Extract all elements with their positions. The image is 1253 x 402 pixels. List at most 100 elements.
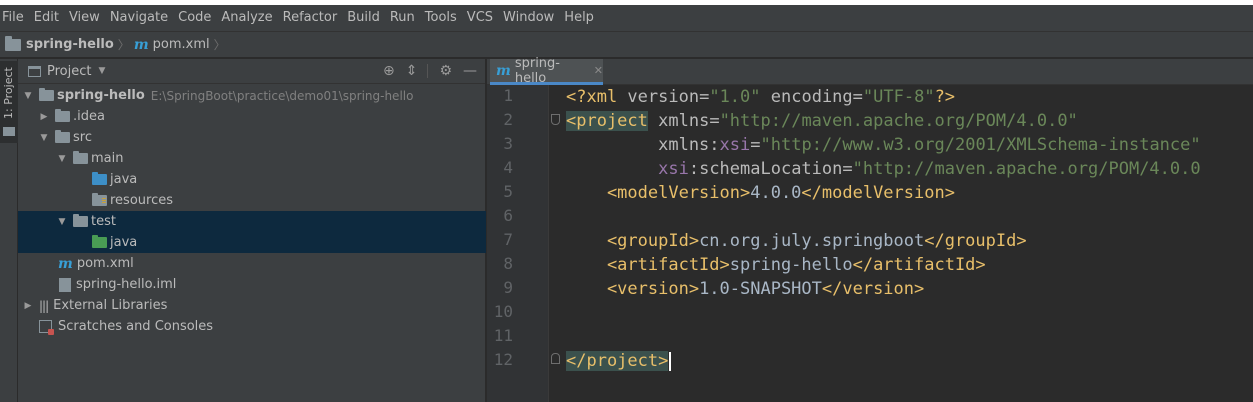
expand-arrow-icon[interactable]: ▼ — [56, 217, 68, 227]
code-line-12: </project> — [566, 349, 672, 373]
fold-marker-icon[interactable] — [551, 114, 560, 125]
menu-code[interactable]: Code — [173, 5, 216, 31]
line-number: 8 — [503, 254, 513, 273]
menu-analyze[interactable]: Analyze — [216, 5, 277, 31]
breadcrumb-separator: 〉 — [213, 38, 226, 52]
tree-node-label: src — [73, 130, 92, 145]
project-tool-label: 1: Project — [2, 67, 15, 119]
breadcrumb-separator: 〉 — [117, 38, 130, 52]
line-number: 3 — [503, 134, 513, 153]
locate-file-icon[interactable]: ⊕ — [383, 63, 395, 79]
line-number-gutter: 1 2 3 4 5 6 7 8 9 10 11 12 — [487, 85, 549, 402]
code-editor[interactable]: <?xml version="1.0" encoding="UTF-8"?> <… — [566, 85, 1253, 402]
menu-refactor[interactable]: Refactor — [278, 5, 343, 31]
code-line-1: <?xml version="1.0" encoding="UTF-8"?> — [566, 87, 956, 107]
project-tree: ▼ spring-hello E:\SpringBoot\practice\de… — [18, 85, 486, 337]
folder-icon — [3, 127, 15, 136]
module-file-icon — [59, 277, 71, 292]
tree-node-main-java[interactable]: java — [18, 169, 486, 190]
tree-node-root[interactable]: ▼ spring-hello E:\SpringBoot\practice\de… — [18, 85, 486, 106]
menu-tools[interactable]: Tools — [420, 5, 462, 31]
folder-icon — [55, 130, 70, 143]
collapsed-arrow-icon[interactable]: ▶ — [38, 112, 50, 122]
code-line-7: <groupId>cn.org.july.springboot</groupId… — [566, 231, 1027, 251]
tree-node-label: test — [91, 214, 116, 229]
module-folder-icon — [39, 88, 54, 101]
collapsed-arrow-icon[interactable]: ▶ — [22, 301, 34, 311]
tree-node-label: java — [110, 172, 138, 187]
tree-node-label: Scratches and Consoles — [58, 319, 214, 334]
navigation-bar: spring-hello 〉 m pom.xml 〉 — [0, 31, 1253, 58]
tree-node-label: .idea — [73, 109, 105, 124]
line-number: 6 — [503, 206, 513, 225]
line-number: 10 — [493, 302, 513, 321]
line-number: 9 — [503, 278, 513, 297]
menu-file[interactable]: File — [0, 5, 29, 31]
fold-marker-icon[interactable] — [551, 353, 560, 364]
menu-navigate[interactable]: Navigate — [105, 5, 173, 31]
editor-tab-pom[interactable]: m spring-hello ✕ — [490, 55, 603, 86]
tree-node-label: spring-hello — [57, 88, 145, 103]
breadcrumb-project[interactable]: spring-hello — [26, 37, 114, 52]
toolbar-divider — [427, 64, 429, 78]
source-folder-icon — [92, 172, 107, 185]
collapse-all-icon[interactable]: ⇕ — [406, 63, 418, 79]
library-icon: ||| — [39, 298, 49, 313]
project-view-selector[interactable]: Project — [47, 64, 91, 79]
expand-arrow-icon[interactable]: ▼ — [38, 133, 50, 143]
code-line-8: <artifactId>spring-hello</artifactId> — [566, 255, 986, 275]
folder-icon — [55, 109, 70, 122]
maven-file-icon: m — [496, 62, 511, 79]
tree-node-resources[interactable]: resources — [18, 190, 486, 211]
menu-build[interactable]: Build — [342, 5, 385, 31]
close-icon[interactable]: ✕ — [594, 64, 603, 77]
expand-arrow-icon[interactable]: ▼ — [22, 91, 34, 101]
project-panel: Project ▼ ⊕ ⇕ ⚙ — ▼ spring-hello E:\Spri… — [18, 59, 486, 402]
tree-node-external-libraries[interactable]: ▶ ||| External Libraries — [18, 295, 486, 316]
code-line-4: xsi:schemaLocation="http://maven.apache.… — [658, 159, 1201, 179]
tree-node-idea[interactable]: ▶ .idea — [18, 106, 486, 127]
editor-tab-label: spring-hello — [514, 55, 560, 86]
gear-icon[interactable]: ⚙ — [439, 63, 452, 79]
tree-node-main[interactable]: ▼ main — [18, 148, 486, 169]
editor-tab-bar: m spring-hello ✕ — [487, 55, 1253, 86]
project-tool-window-button[interactable]: 1: Project — [0, 61, 18, 143]
editor-area: m spring-hello ✕ 1 2 3 4 5 6 7 8 9 10 11… — [487, 55, 1253, 402]
maven-file-icon: m — [133, 36, 149, 53]
menu-window[interactable]: Window — [498, 5, 559, 31]
tree-node-src[interactable]: ▼ src — [18, 127, 486, 148]
chevron-down-icon[interactable]: ▼ — [98, 66, 105, 76]
panel-toolbar: ⊕ ⇕ ⚙ — — [372, 63, 477, 79]
menu-vcs[interactable]: VCS — [462, 5, 498, 31]
menu-bar: File Edit View Navigate Code Analyze Ref… — [0, 5, 1253, 31]
code-line-9: <version>1.0-SNAPSHOT</version> — [566, 279, 925, 299]
scratches-icon — [39, 320, 54, 335]
line-number: 7 — [503, 230, 513, 249]
tree-node-label: spring-hello.iml — [76, 277, 177, 292]
menu-run[interactable]: Run — [385, 5, 420, 31]
line-number: 4 — [503, 158, 513, 177]
minimize-icon[interactable]: — — [463, 63, 477, 79]
project-panel-header: Project ▼ ⊕ ⇕ ⚙ — — [18, 59, 485, 84]
project-view-icon — [28, 65, 41, 77]
tree-node-test[interactable]: ▼ test — [18, 211, 486, 232]
resources-folder-icon — [92, 193, 107, 206]
menu-view[interactable]: View — [64, 5, 105, 31]
folder-icon — [73, 214, 88, 227]
tree-node-label: pom.xml — [76, 256, 134, 271]
tree-node-label: resources — [110, 193, 174, 208]
tree-node-path: E:\SpringBoot\practice\demo01\spring-hel… — [150, 88, 414, 103]
menu-help[interactable]: Help — [559, 5, 599, 31]
tree-node-iml[interactable]: spring-hello.iml — [18, 274, 486, 295]
breadcrumb-file[interactable]: pom.xml — [153, 37, 210, 52]
expand-arrow-icon[interactable]: ▼ — [56, 154, 68, 164]
tree-node-label: main — [91, 151, 124, 166]
menu-edit[interactable]: Edit — [29, 5, 64, 31]
tree-node-pom[interactable]: m pom.xml — [18, 253, 486, 274]
code-line-5: <modelVersion>4.0.0</modelVersion> — [566, 183, 955, 203]
line-number: 1 — [503, 86, 513, 105]
tree-node-test-java[interactable]: java — [18, 232, 486, 253]
tree-node-scratches[interactable]: Scratches and Consoles — [18, 316, 486, 337]
line-number: 2 — [503, 110, 513, 129]
tool-window-strip: 1: Project — [0, 59, 18, 402]
